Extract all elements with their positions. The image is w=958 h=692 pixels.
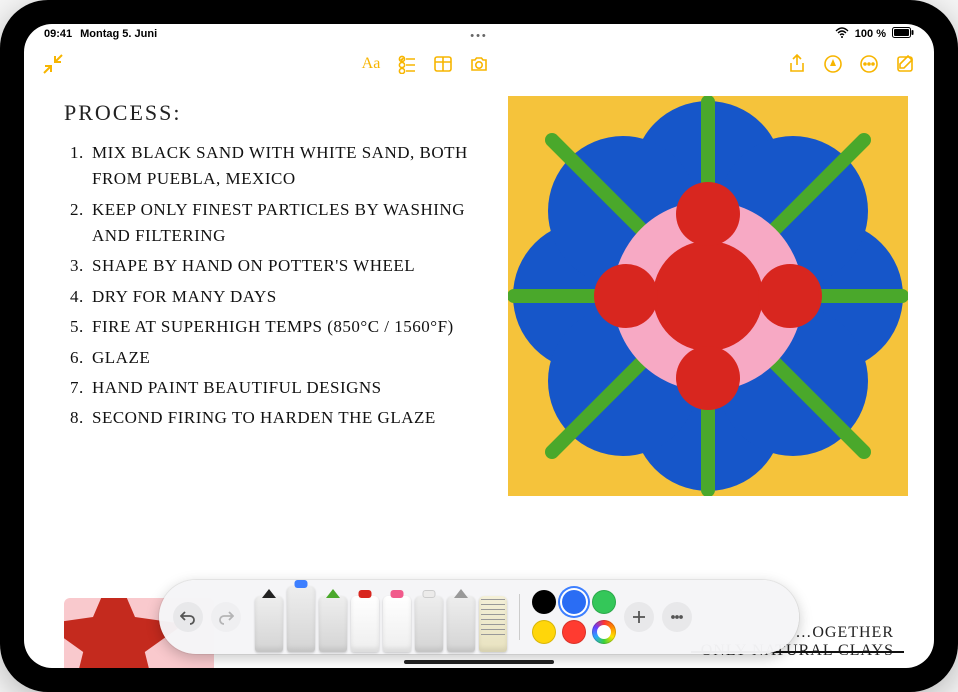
process-step: Dry for many days — [92, 284, 488, 310]
note-title: Process: — [64, 96, 488, 130]
tool-eraser[interactable] — [415, 596, 443, 652]
redo-button[interactable] — [211, 602, 241, 632]
wifi-icon — [835, 27, 849, 41]
process-step: Mix black sand with white sand, both fro… — [92, 140, 488, 193]
color-picker-button[interactable] — [592, 620, 616, 644]
tool-tray — [255, 580, 507, 654]
markup-toolbar — [159, 580, 799, 654]
flower-drawing[interactable] — [508, 96, 908, 496]
tool-pencil[interactable] — [319, 596, 347, 652]
color-red[interactable] — [562, 620, 586, 644]
color-swatches — [532, 590, 616, 644]
exit-fullscreen-button[interactable] — [38, 49, 68, 79]
color-black[interactable] — [532, 590, 556, 614]
process-step: Keep only finest particles by washing an… — [92, 197, 488, 250]
screen: ••• 09:41 Montag 5. Juni 100 % — [24, 24, 934, 668]
process-step: Glaze — [92, 345, 488, 371]
ipad-frame: ••• 09:41 Montag 5. Juni 100 % — [0, 0, 958, 692]
checklist-button[interactable] — [392, 49, 422, 79]
tool-pen[interactable] — [255, 596, 283, 652]
process-step: Second firing to harden the glaze — [92, 405, 488, 431]
undo-button[interactable] — [173, 602, 203, 632]
text-format-label: Aa — [362, 55, 381, 73]
status-time: 09:41 — [44, 28, 72, 40]
home-indicator[interactable] — [404, 660, 554, 664]
status-date: Montag 5. Juni — [80, 28, 157, 40]
process-list: 1.Mix black sand with white sand, both f… — [64, 140, 488, 431]
camera-button[interactable] — [464, 49, 494, 79]
battery-icon — [892, 27, 914, 41]
color-blue[interactable] — [562, 590, 586, 614]
palette-divider — [519, 594, 520, 640]
process-step: Fire at superhigh temps (850°C / 1560°F) — [92, 314, 488, 340]
compose-button[interactable] — [890, 49, 920, 79]
markup-toggle-button[interactable] — [818, 49, 848, 79]
process-step: Shape by hand on potter's wheel — [92, 253, 488, 279]
tool-lasso[interactable] — [447, 596, 475, 652]
battery-percent: 100 % — [855, 28, 886, 40]
tool-marker[interactable] — [287, 586, 315, 652]
text-format-button[interactable]: Aa — [356, 49, 386, 79]
tool-crayon-pink[interactable] — [383, 596, 411, 652]
palette-more-button[interactable] — [662, 602, 692, 632]
tool-crayon-red[interactable] — [351, 596, 379, 652]
color-green[interactable] — [592, 590, 616, 614]
multitasking-dots-icon[interactable]: ••• — [470, 30, 488, 42]
table-button[interactable] — [428, 49, 458, 79]
tool-ruler[interactable] — [479, 596, 507, 652]
share-button[interactable] — [782, 49, 812, 79]
more-button[interactable] — [854, 49, 884, 79]
add-tool-button[interactable] — [624, 602, 654, 632]
color-yellow[interactable] — [532, 620, 556, 644]
process-step: Hand paint beautiful designs — [92, 375, 488, 401]
app-toolbar: Aa — [24, 44, 934, 84]
